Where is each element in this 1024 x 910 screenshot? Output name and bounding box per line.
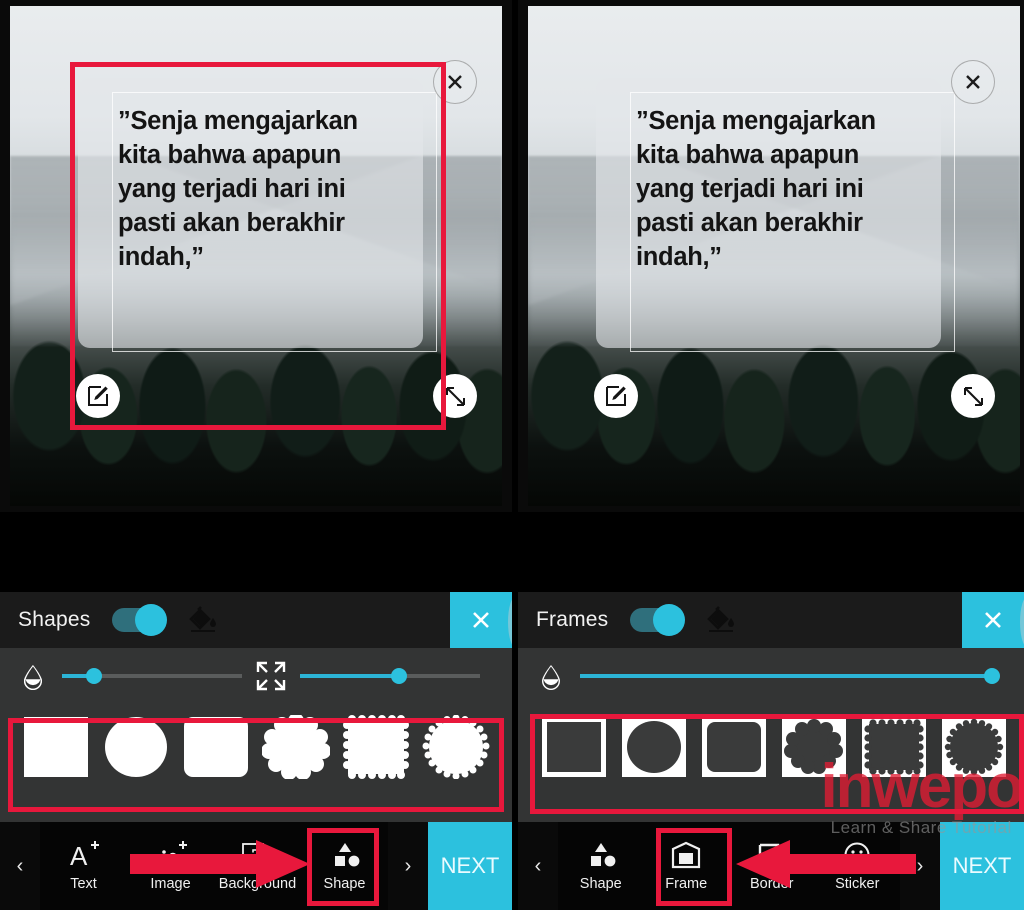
quote-text: ”Senja mengajarkan kita bahwa apapun yan… — [636, 107, 876, 271]
frames-panel-header: Frames — [518, 592, 1024, 648]
frames-tool-panel: Frames — [518, 592, 1024, 822]
frame-swatch-cloud[interactable] — [776, 711, 852, 783]
edit-pencil-icon — [88, 386, 108, 406]
resize-diagonal-icon — [445, 386, 465, 406]
edit-pencil-icon — [606, 386, 626, 406]
next-button[interactable]: NEXT — [940, 822, 1024, 910]
right-screenshot-panel: ”Senja mengajarkan kita bahwa apapun yan… — [512, 0, 1024, 910]
next-button[interactable]: NEXT — [428, 822, 512, 910]
droplet-icon — [542, 665, 560, 690]
shapes-slider-row — [0, 648, 512, 704]
frame-swatch-square[interactable] — [536, 711, 612, 783]
app-screenshot: ”Senja mengajarkan kita bahwa apapun yan… — [0, 0, 1024, 910]
shapes-opacity-slider[interactable] — [62, 668, 242, 684]
toolbar-prev-button[interactable]: ‹ — [0, 822, 40, 910]
tool-label: Shape — [579, 876, 622, 892]
annotation-arrow-left — [736, 840, 916, 888]
tool-frame[interactable]: Frame — [644, 822, 730, 910]
shapes-panel-title: Shapes — [18, 608, 91, 631]
edit-overlay-button[interactable] — [594, 374, 638, 418]
resize-overlay-button[interactable] — [433, 374, 477, 418]
close-overlay-button[interactable] — [433, 60, 477, 104]
svg-text:A: A — [70, 841, 88, 869]
shapes-panel-header: Shapes — [0, 592, 512, 648]
shape-swatch-stamp-square[interactable] — [338, 711, 414, 783]
resize-overlay-button[interactable] — [951, 374, 995, 418]
shape-icon — [329, 840, 361, 870]
frames-panel-title: Frames — [536, 608, 609, 631]
close-icon — [985, 612, 1001, 628]
droplet-icon — [24, 665, 42, 690]
add-text-icon: A — [69, 840, 99, 870]
frame-icon — [670, 840, 702, 870]
frame-swatch-stamp-square[interactable] — [856, 711, 932, 783]
slider-fill — [300, 674, 399, 678]
shape-swatch-strip[interactable] — [0, 704, 512, 790]
slider-knob[interactable] — [391, 668, 407, 684]
frame-swatch-circle[interactable] — [616, 711, 692, 783]
tool-label: Shape — [323, 876, 366, 892]
close-icon — [966, 75, 980, 89]
frames-slider-row — [518, 648, 1024, 704]
shapes-panel-close-button[interactable] — [450, 592, 512, 648]
frame-swatch-strip[interactable] — [518, 704, 1024, 790]
tool-label: Text — [70, 876, 97, 892]
editor-canvas[interactable]: ”Senja mengajarkan kita bahwa apapun yan… — [518, 0, 1024, 512]
close-icon — [473, 612, 489, 628]
tool-shape[interactable]: Shape — [301, 822, 388, 910]
tool-text[interactable]: A Text — [40, 822, 127, 910]
frames-panel-close-button[interactable] — [962, 592, 1024, 648]
shapes-enable-toggle[interactable] — [112, 604, 168, 636]
quote-text: ”Senja mengajarkan kita bahwa apapun yan… — [118, 107, 358, 271]
toolbar-next-button[interactable]: › — [388, 822, 428, 910]
slider-knob[interactable] — [984, 668, 1000, 684]
tool-label: Frame — [665, 876, 708, 892]
shape-swatch-rounded-square[interactable] — [178, 711, 254, 783]
slider-knob[interactable] — [86, 668, 103, 684]
toggle-knob — [135, 604, 168, 636]
tool-shape[interactable]: Shape — [558, 822, 644, 910]
shrink-icon — [256, 661, 286, 691]
left-screenshot-panel: ”Senja mengajarkan kita bahwa apapun yan… — [0, 0, 512, 910]
shape-swatch-square[interactable] — [18, 711, 94, 783]
slider-fill — [580, 674, 992, 678]
shape-swatch-cloud[interactable] — [258, 711, 334, 783]
resize-diagonal-icon — [963, 386, 983, 406]
close-icon — [448, 75, 462, 89]
shape-swatch-circle[interactable] — [98, 711, 174, 783]
edit-overlay-button[interactable] — [76, 374, 120, 418]
shapes-size-slider[interactable] — [300, 668, 480, 684]
frames-enable-toggle[interactable] — [630, 604, 686, 636]
frames-opacity-slider[interactable] — [580, 668, 1000, 684]
shapes-tool-panel: Shapes — [0, 592, 512, 822]
editor-canvas[interactable]: ”Senja mengajarkan kita bahwa apapun yan… — [0, 0, 512, 512]
close-overlay-button[interactable] — [951, 60, 995, 104]
frame-swatch-rounded-square[interactable] — [696, 711, 772, 783]
annotation-arrow-right — [130, 840, 310, 888]
paint-bucket-icon[interactable] — [706, 604, 738, 636]
shape-swatch-starburst[interactable] — [418, 711, 494, 783]
toggle-knob — [653, 604, 686, 636]
toolbar-prev-button[interactable]: ‹ — [518, 822, 558, 910]
shape-icon — [585, 840, 617, 870]
frame-swatch-starburst[interactable] — [936, 711, 1012, 783]
paint-bucket-icon[interactable] — [188, 604, 220, 636]
